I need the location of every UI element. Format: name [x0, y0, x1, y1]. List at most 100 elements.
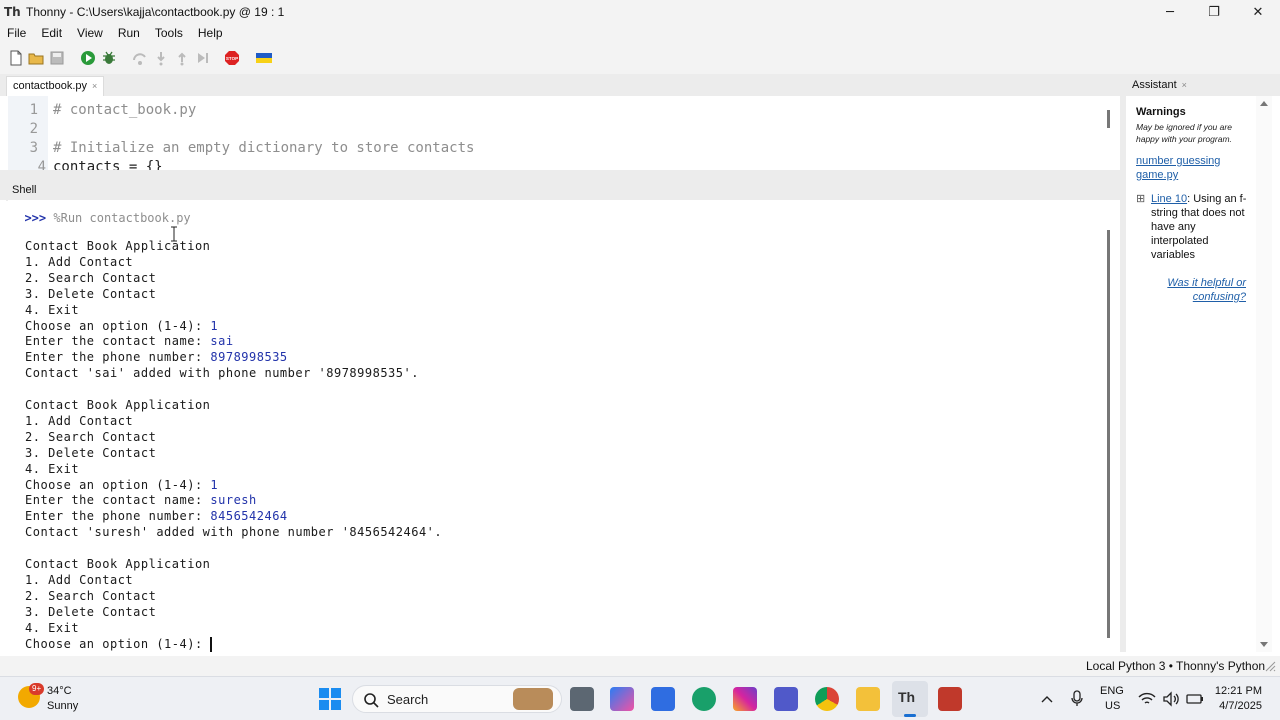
- shell-line: Contact 'sai' added with phone number '8…: [25, 366, 419, 380]
- volume-icon[interactable]: [1162, 691, 1180, 707]
- shell-line-text: Contact 'sai' added with phone number '8…: [25, 366, 419, 381]
- menu-edit[interactable]: Edit: [41, 26, 62, 40]
- menu-tools[interactable]: Tools: [155, 26, 183, 40]
- shell-line: Choose an option (1-4): 1: [25, 478, 218, 492]
- tab-label: contactbook.py: [13, 80, 87, 92]
- shell-user-input: 1: [210, 318, 219, 333]
- shell-line: 1. Add Contact: [25, 414, 133, 428]
- instagram-icon[interactable]: [733, 687, 757, 711]
- shell-line-text: 3. Delete Contact: [25, 445, 157, 460]
- assistant-panel: Warnings May be ignored if you are happy…: [1126, 96, 1256, 652]
- shell-line-text: Choose an option (1-4):: [25, 636, 211, 651]
- save-file-icon[interactable]: [49, 50, 65, 66]
- weather-temp[interactable]: 34°C: [47, 685, 72, 697]
- shell-line: 3. Delete Contact: [25, 446, 156, 460]
- menu-bar: File Edit View Run Tools Help: [0, 24, 1280, 42]
- edge-icon[interactable]: [692, 687, 716, 711]
- step-into-icon[interactable]: [153, 50, 169, 66]
- minimize-button[interactable]: ─: [1148, 0, 1192, 24]
- file-link[interactable]: number guessing game.py: [1136, 154, 1254, 182]
- snipping-tool-icon[interactable]: [938, 687, 962, 711]
- shell-line-text: 2. Search Contact: [25, 429, 157, 444]
- battery-icon[interactable]: [1186, 691, 1204, 707]
- tab-close-icon[interactable]: ×: [92, 81, 97, 91]
- shell-panel[interactable]: [8, 200, 1102, 654]
- tab-assistant[interactable]: Assistant ×: [1126, 76, 1193, 96]
- resize-grip-icon[interactable]: [1264, 660, 1276, 672]
- start-icon[interactable]: [318, 687, 342, 711]
- tab-contactbook[interactable]: contactbook.py ×: [6, 76, 105, 96]
- line-link[interactable]: Line 10: [1151, 193, 1187, 205]
- thonny-taskbar-active[interactable]: Th: [892, 681, 928, 717]
- clock-time[interactable]: 12:21 PM: [1214, 685, 1262, 697]
- taskbar-search[interactable]: Search: [352, 685, 562, 713]
- editor-scrollbar[interactable]: [1107, 110, 1110, 128]
- tab-label: Assistant: [1132, 79, 1177, 91]
- clock-date[interactable]: 4/7/2025: [1214, 700, 1262, 712]
- weather-badge: 9+: [29, 683, 45, 695]
- chrome-icon[interactable]: [815, 687, 839, 711]
- shell-scrollbar[interactable]: [1107, 230, 1110, 638]
- teams-icon[interactable]: [774, 687, 798, 711]
- code-line: contacts = {}: [53, 159, 163, 170]
- shell-line: 3. Delete Contact: [25, 605, 156, 619]
- stop-icon[interactable]: STOP: [224, 50, 240, 66]
- assistant-heading: Warnings: [1136, 106, 1186, 118]
- shell-line: 4. Exit: [25, 462, 79, 476]
- menu-view[interactable]: View: [77, 26, 103, 40]
- wifi-icon[interactable]: [1138, 691, 1156, 707]
- run-icon[interactable]: [80, 50, 96, 66]
- close-button[interactable]: ✕: [1236, 0, 1280, 24]
- shell-user-input: 8456542464: [210, 509, 288, 524]
- shell-line-text: 4. Exit: [25, 620, 80, 635]
- step-over-icon[interactable]: [132, 50, 148, 66]
- shell-line-text: 4. Exit: [25, 461, 80, 476]
- shell-line: Contact Book Application: [25, 239, 210, 253]
- shell-line-text: Choose an option (1-4):: [25, 477, 211, 492]
- title-bar: Th Thonny - C:\Users\kajja\contactbook.p…: [0, 0, 1280, 24]
- maximize-button[interactable]: ❐: [1192, 0, 1236, 24]
- shell-line: 1. Add Contact: [25, 573, 133, 587]
- tab-close-icon[interactable]: ×: [1182, 80, 1187, 90]
- copilot-icon[interactable]: [610, 687, 634, 711]
- shell-line-text: 3. Delete Contact: [25, 604, 157, 619]
- shell-prompt: >>>: [24, 211, 47, 225]
- assistant-scrollbar[interactable]: [1256, 96, 1272, 652]
- shell-line: Contact Book Application: [25, 557, 210, 571]
- open-file-icon[interactable]: [28, 50, 44, 66]
- task-view-icon[interactable]: [570, 687, 594, 711]
- splitter[interactable]: [0, 170, 1120, 180]
- input-caret[interactable]: [210, 636, 213, 652]
- menu-file[interactable]: File: [7, 26, 26, 40]
- microphone-icon[interactable]: [1070, 690, 1084, 708]
- feedback-link[interactable]: Was it helpful or confusing?: [1154, 276, 1246, 304]
- shell-line-text: Contact Book Application: [25, 557, 211, 571]
- code-line: # Initialize an empty dictionary to stor…: [53, 140, 475, 156]
- menu-help[interactable]: Help: [198, 26, 223, 40]
- step-out-icon[interactable]: [174, 50, 190, 66]
- copilot-fish-icon: [513, 688, 553, 710]
- shell-user-input: sai: [210, 334, 234, 349]
- shell-line-text: 4. Exit: [25, 302, 80, 317]
- menu-run[interactable]: Run: [118, 26, 140, 40]
- line-number: 1: [29, 102, 38, 118]
- resume-icon[interactable]: [195, 50, 211, 66]
- shell-line: 4. Exit: [25, 303, 79, 317]
- shell-line-text: 1. Add Contact: [25, 572, 134, 587]
- shell-line-text: Enter the phone number:: [25, 509, 211, 524]
- store-icon[interactable]: [651, 687, 675, 711]
- weather-desc[interactable]: Sunny: [47, 700, 78, 712]
- thonny-app-icon: Th: [4, 5, 21, 19]
- shell-prompt-line: >>> %Run contactbook.py: [10, 197, 190, 225]
- new-file-icon[interactable]: [8, 50, 24, 66]
- debug-icon[interactable]: [101, 50, 117, 66]
- keyboard-layout[interactable]: US: [1105, 700, 1120, 712]
- expand-icon[interactable]: ⊞: [1136, 192, 1145, 205]
- shell-user-input: suresh: [210, 493, 257, 508]
- file-explorer-icon[interactable]: [856, 687, 880, 711]
- language-indicator[interactable]: ENG: [1100, 685, 1124, 697]
- interpreter-selector[interactable]: Local Python 3 • Thonny's Python: [1086, 659, 1265, 673]
- shell-line: Enter the contact name: sai: [25, 334, 234, 348]
- chevron-up-icon[interactable]: [1040, 692, 1054, 706]
- line-number: 3: [29, 140, 38, 156]
